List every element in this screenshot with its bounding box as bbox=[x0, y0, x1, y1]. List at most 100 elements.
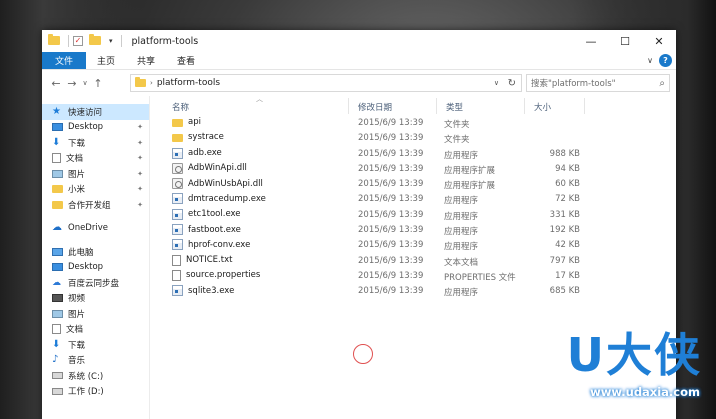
desktop-icon bbox=[52, 263, 63, 272]
forward-arrow-icon[interactable]: → bbox=[64, 77, 80, 90]
sidebar-item-this-pc[interactable]: 此电脑 bbox=[42, 244, 149, 260]
column-divider[interactable] bbox=[436, 98, 437, 114]
sidebar-item-label: 图片 bbox=[68, 309, 86, 320]
file-name-cell[interactable]: sqlite3.exe bbox=[172, 285, 234, 297]
table-row[interactable]: adb.exe 2015/6/9 13:39 应用程序 988 KB bbox=[160, 147, 676, 162]
file-name-cell[interactable]: adb.exe bbox=[172, 147, 222, 159]
file-name: AdbWinApi.dll bbox=[188, 163, 247, 174]
file-name-cell[interactable]: dmtracedump.exe bbox=[172, 193, 266, 205]
column-divider[interactable] bbox=[524, 98, 525, 114]
sidebar-item-music[interactable]: ♪ 音乐 bbox=[42, 353, 149, 369]
file-name-cell[interactable]: fastboot.exe bbox=[172, 224, 241, 236]
quick-access-dropdown-icon[interactable]: ▾ bbox=[109, 37, 113, 45]
column-header-type[interactable]: 类型 bbox=[446, 101, 463, 113]
watermark-logo: U大侠 bbox=[566, 328, 702, 382]
text-file-icon bbox=[172, 269, 181, 281]
pin-icon: ✦ bbox=[137, 154, 143, 163]
close-button[interactable]: ✕ bbox=[642, 30, 676, 52]
sidebar-item-pc-pictures[interactable]: 图片 bbox=[42, 306, 149, 322]
table-row[interactable]: api 2015/6/9 13:39 文件夹 bbox=[160, 116, 676, 131]
back-arrow-icon[interactable]: ← bbox=[48, 77, 64, 90]
folder-icon bbox=[172, 118, 183, 127]
tab-home[interactable]: 主页 bbox=[86, 52, 126, 69]
table-row[interactable]: sqlite3.exe 2015/6/9 13:39 应用程序 685 KB bbox=[160, 284, 676, 299]
sidebar-item-downloads[interactable]: ⬇ 下载 ✦ bbox=[42, 135, 149, 151]
file-name-cell[interactable]: api bbox=[172, 117, 201, 127]
file-rows: api 2015/6/9 13:39 文件夹 systrace 2015/6/9 13:… bbox=[160, 116, 676, 300]
minimize-button[interactable]: — bbox=[574, 30, 608, 52]
drive-icon bbox=[52, 372, 63, 380]
download-icon: ⬇ bbox=[52, 136, 61, 148]
table-row[interactable]: source.properties 2015/6/9 13:39 PROPERTIE… bbox=[160, 269, 676, 284]
help-icon[interactable]: ? bbox=[659, 54, 672, 67]
sidebar-item-dev-group[interactable]: 合作开发组 ✦ bbox=[42, 197, 149, 213]
tab-share[interactable]: 共享 bbox=[126, 52, 166, 69]
sidebar-item-drive-c[interactable]: 系统 (C:) bbox=[42, 368, 149, 384]
table-row[interactable]: systrace 2015/6/9 13:39 文件夹 bbox=[160, 131, 676, 146]
expand-ribbon-icon[interactable]: ∨ bbox=[647, 56, 653, 65]
properties-icon[interactable]: ✓ bbox=[73, 36, 85, 46]
file-date: 2015/6/9 13:39 bbox=[358, 255, 424, 266]
pin-icon: ✦ bbox=[137, 138, 143, 147]
watermark-url: www.udaxia.com bbox=[590, 385, 700, 399]
desktop-icon bbox=[52, 123, 63, 132]
up-arrow-icon[interactable]: ↑ bbox=[90, 77, 106, 90]
sidebar-item-onedrive[interactable]: ☁ OneDrive bbox=[42, 221, 149, 237]
new-folder-icon[interactable] bbox=[89, 34, 101, 46]
refresh-icon[interactable]: ↻ bbox=[508, 78, 516, 89]
tab-view[interactable]: 查看 bbox=[166, 52, 206, 69]
table-row[interactable]: NOTICE.txt 2015/6/9 13:39 文本文档 797 KB bbox=[160, 254, 676, 269]
file-name-cell[interactable]: etc1tool.exe bbox=[172, 208, 241, 220]
search-icon[interactable]: ⌕ bbox=[659, 78, 665, 89]
address-path[interactable]: platform-tools bbox=[157, 78, 220, 88]
sidebar-item-label: OneDrive bbox=[68, 223, 108, 234]
sidebar-item-pc-documents[interactable]: 文档 bbox=[42, 322, 149, 338]
search-box[interactable]: 搜索"platform-tools" ⌕ bbox=[526, 74, 670, 92]
sidebar-item-pc-downloads[interactable]: ⬇ 下载 bbox=[42, 337, 149, 353]
sidebar-item-documents[interactable]: 文档 ✦ bbox=[42, 151, 149, 167]
file-name: AdbWinUsbApi.dll bbox=[188, 178, 263, 189]
file-date: 2015/6/9 13:39 bbox=[358, 270, 424, 281]
file-name: hprof-conv.exe bbox=[188, 239, 251, 250]
file-name-cell[interactable]: AdbWinUsbApi.dll bbox=[172, 178, 263, 190]
sidebar-item-drive-d[interactable]: 工作 (D:) bbox=[42, 384, 149, 400]
table-row[interactable]: AdbWinUsbApi.dll 2015/6/9 13:39 应用程序扩展 60 K… bbox=[160, 177, 676, 192]
table-row[interactable]: dmtracedump.exe 2015/6/9 13:39 应用程序 72 KB bbox=[160, 192, 676, 207]
sidebar-item-label: 快速访问 bbox=[68, 107, 103, 118]
pin-icon: ✦ bbox=[137, 185, 143, 194]
file-name: etc1tool.exe bbox=[188, 209, 241, 220]
sidebar-item-videos[interactable]: 视频 bbox=[42, 291, 149, 307]
file-name-cell[interactable]: systrace bbox=[172, 132, 224, 142]
tab-file[interactable]: 文件 bbox=[42, 52, 87, 69]
table-row[interactable]: AdbWinApi.dll 2015/6/9 13:39 应用程序扩展 94 KB bbox=[160, 162, 676, 177]
table-row[interactable]: fastboot.exe 2015/6/9 13:39 应用程序 192 KB bbox=[160, 223, 676, 238]
file-name: fastboot.exe bbox=[188, 224, 241, 235]
file-name-cell[interactable]: hprof-conv.exe bbox=[172, 239, 251, 251]
file-size: 60 KB bbox=[555, 179, 580, 190]
file-date: 2015/6/9 13:39 bbox=[358, 225, 424, 236]
file-name-cell[interactable]: AdbWinApi.dll bbox=[172, 162, 247, 174]
sidebar-item-baidu-sync[interactable]: ☁ 百度云同步盘 bbox=[42, 275, 149, 291]
table-row[interactable]: hprof-conv.exe 2015/6/9 13:39 应用程序 42 KB bbox=[160, 238, 676, 253]
maximize-button[interactable]: ☐ bbox=[608, 30, 642, 52]
column-divider[interactable] bbox=[348, 98, 349, 114]
column-header-size[interactable]: 大小 bbox=[534, 101, 551, 113]
sidebar-item-xiaomi[interactable]: 小米 ✦ bbox=[42, 182, 149, 198]
sidebar-item-pc-desktop[interactable]: Desktop bbox=[42, 260, 149, 276]
sidebar-item-pictures[interactable]: 图片 ✦ bbox=[42, 166, 149, 182]
column-header-name[interactable]: 名称 bbox=[172, 101, 189, 113]
ribbon-tabs: 文件 主页 共享 查看 ∨ ? bbox=[42, 52, 676, 70]
file-name-cell[interactable]: source.properties bbox=[172, 269, 260, 281]
table-row[interactable]: etc1tool.exe 2015/6/9 13:39 应用程序 331 KB bbox=[160, 208, 676, 223]
chevron-right-icon[interactable]: › bbox=[150, 79, 153, 87]
sidebar-item-desktop[interactable]: Desktop ✦ bbox=[42, 120, 149, 136]
sidebar-item-quick-access[interactable]: ★ 快速访问 bbox=[42, 104, 149, 120]
recent-locations-icon[interactable]: ∨ bbox=[80, 79, 90, 87]
file-type: PROPERTIES 文件 bbox=[444, 272, 516, 283]
address-bar[interactable]: › platform-tools ∨ ↻ bbox=[130, 74, 522, 92]
column-header-date[interactable]: 修改日期 bbox=[358, 101, 392, 113]
file-name-cell[interactable]: NOTICE.txt bbox=[172, 254, 232, 266]
chevron-down-icon[interactable]: ∨ bbox=[494, 79, 499, 87]
sidebar-item-label: 合作开发组 bbox=[68, 200, 111, 211]
column-divider[interactable] bbox=[584, 98, 585, 114]
